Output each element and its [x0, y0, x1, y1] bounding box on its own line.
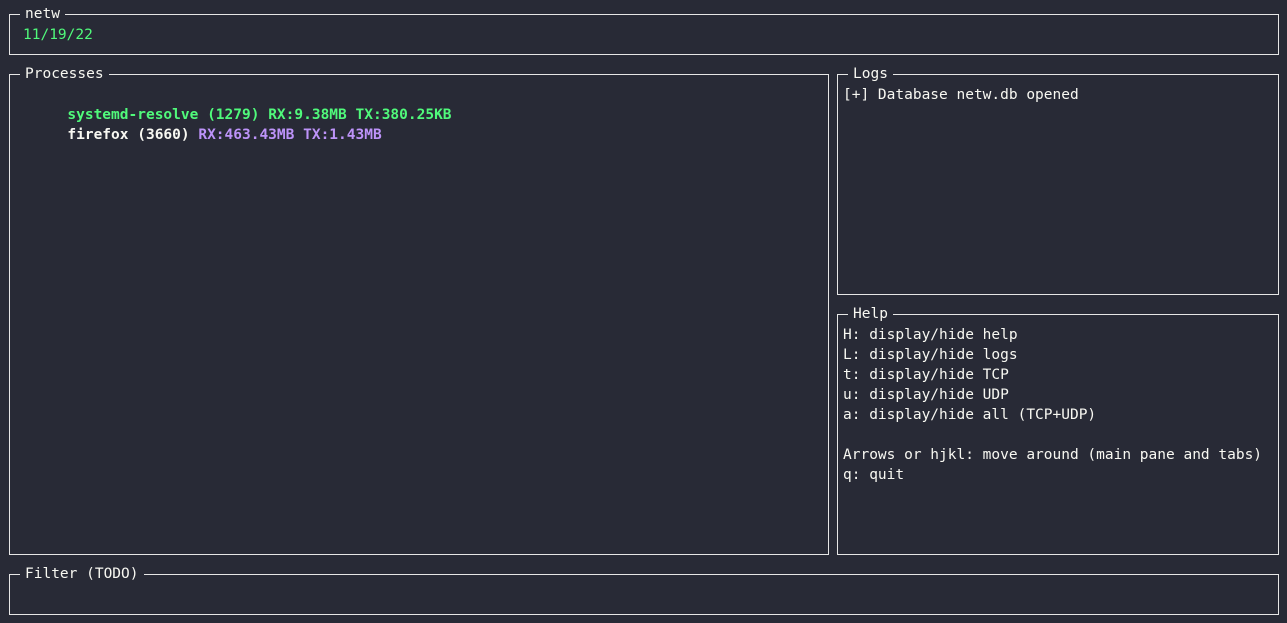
help-list: H: display/hide help L: display/hide log… — [843, 325, 1278, 554]
help-line: L: display/hide logs — [843, 347, 1018, 363]
help-title: Help — [848, 304, 893, 324]
app-title: netw — [20, 4, 65, 24]
processes-title: Processes — [20, 64, 109, 84]
help-line: q: quit — [843, 467, 905, 483]
process-row-systemd-resolve[interactable]: systemd-resolve (1279) RX:9.38MB TX:380.… — [15, 85, 828, 123]
process-rx: RX:463.43MB — [198, 127, 295, 143]
process-name: firefox (3660) — [67, 127, 190, 143]
help-line: t: display/hide TCP — [843, 367, 1009, 383]
header-pane: netw 11/19/22 — [9, 4, 1279, 55]
filter-pane[interactable]: Filter (TODO) — [9, 564, 1279, 615]
process-name: systemd-resolve (1279) — [67, 107, 260, 123]
help-pane[interactable]: Help H: display/hide help L: display/hid… — [837, 304, 1279, 555]
help-line: u: display/hide UDP — [843, 387, 1009, 403]
process-rx: RX:9.38MB — [268, 107, 347, 123]
process-tx: TX:1.43MB — [303, 127, 382, 143]
help-line: a: display/hide all (TCP+UDP) — [843, 407, 1097, 423]
processes-pane[interactable]: Processes systemd-resolve (1279) RX:9.38… — [9, 64, 829, 555]
help-line: Arrows or hjkl: move around (main pane a… — [843, 447, 1263, 463]
filter-title: Filter (TODO) — [20, 564, 144, 584]
log-entry: [+] Database netw.db opened — [843, 87, 1079, 103]
logs-title: Logs — [848, 64, 893, 84]
date-label: 11/19/22 — [23, 27, 93, 43]
process-tx: TX:380.25KB — [355, 107, 452, 123]
logs-pane[interactable]: Logs [+] Database netw.db opened — [837, 64, 1279, 295]
help-line: H: display/hide help — [843, 327, 1018, 343]
process-list[interactable]: systemd-resolve (1279) RX:9.38MB TX:380.… — [15, 85, 828, 554]
log-list: [+] Database netw.db opened — [843, 85, 1278, 294]
filter-input[interactable] — [15, 585, 1278, 605]
help-line — [843, 425, 1278, 445]
